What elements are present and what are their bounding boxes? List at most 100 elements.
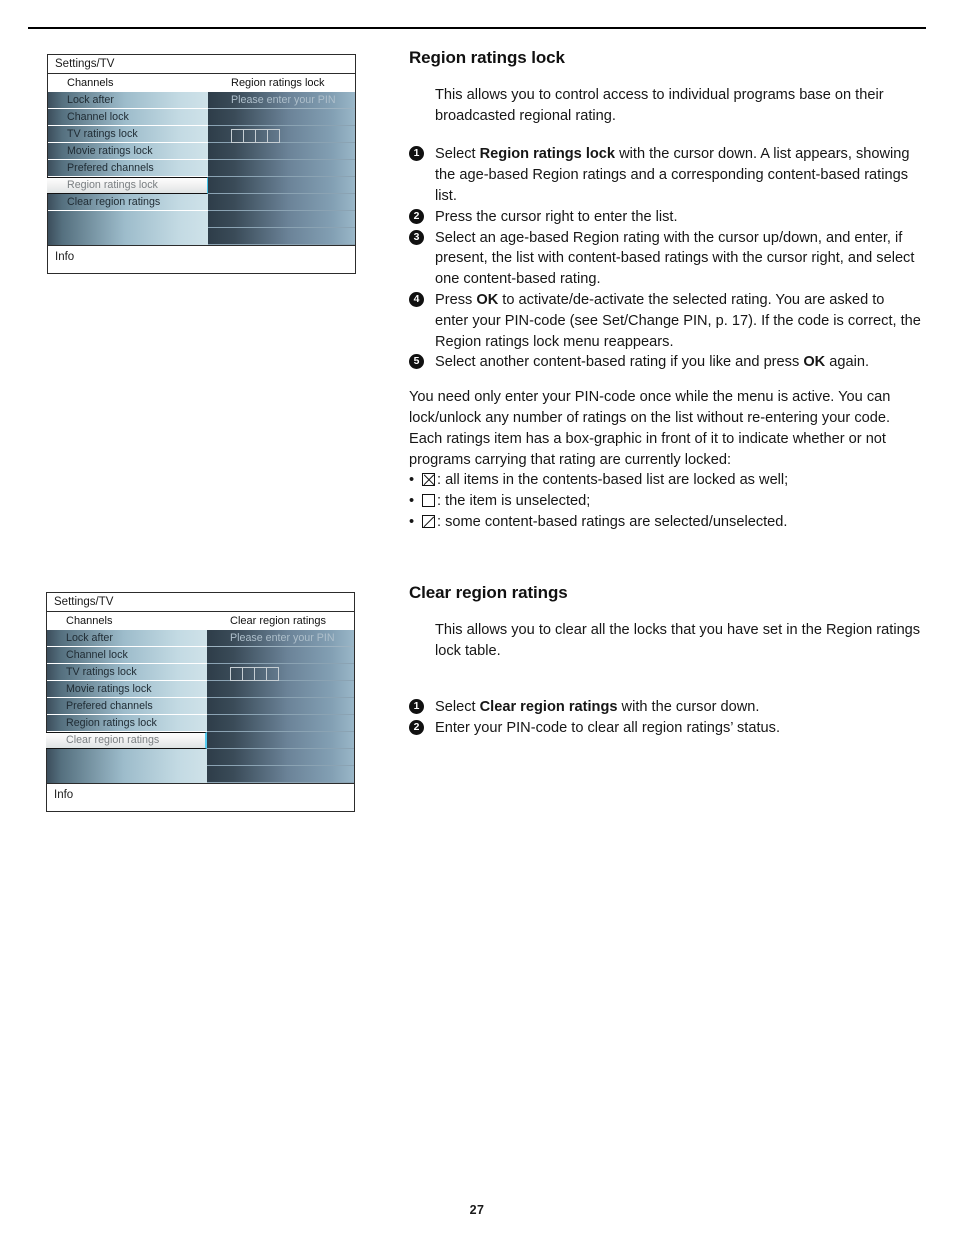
tv-menu-item-movie-ratings-lock[interactable]: Movie ratings lock (48, 143, 208, 160)
tv-menu-item-clear-region-ratings-selected[interactable]: Clear region ratings (46, 732, 207, 749)
section-clear-region-ratings: Clear region ratings This allows you to … (409, 583, 921, 739)
step-number-badge: 2 (409, 720, 424, 736)
legend-text: : the item is unselected; (437, 493, 591, 510)
pin-entry-boxes[interactable] (231, 129, 280, 143)
tv-menu-pin-panel: Please enter your PIN (207, 630, 354, 783)
legend-item-unselected: : the item is unselected; (409, 491, 921, 512)
steps-list-region: 1 Select Region ratings lock with the cur… (409, 144, 921, 373)
step-number-badge: 1 (409, 699, 424, 715)
tv-menu-panel-line (207, 715, 354, 732)
tv-menu-item-list: Lock after Channel lock TV ratings lock … (47, 92, 208, 245)
tv-menu-item-lock-after[interactable]: Lock after (47, 630, 207, 647)
tv-menu-item-lock-after[interactable]: Lock after (48, 92, 208, 109)
tv-menu-panel-line (208, 228, 355, 245)
step-text-pre: Press (435, 291, 477, 308)
tv-menu-pin-prompt: Please enter your PIN (207, 630, 354, 647)
tv-menu-item-list: Lock after Channel lock TV ratings lock … (46, 630, 207, 783)
tv-menu-info-bar: Info (48, 245, 355, 273)
tv-menu-panel-line (208, 194, 355, 211)
step-text-post: again. (825, 354, 870, 371)
tv-menu-column-header-right: Clear region ratings (230, 615, 326, 627)
tv-menu-column-headers: Channels Clear region ratings (47, 612, 354, 630)
tv-menu-item-blank (47, 766, 207, 783)
step-item: 1 Select Clear region ratings with the cu… (409, 697, 921, 718)
tv-menu-title: Settings/TV (48, 55, 355, 74)
tv-menu-title: Settings/TV (47, 593, 354, 612)
step-number-badge: 2 (409, 208, 424, 224)
tv-menu-region-ratings-lock: Settings/TV Channels Region ratings lock… (47, 54, 356, 274)
box-empty-icon (422, 494, 435, 508)
tv-menu-item-tv-ratings-lock[interactable]: TV ratings lock (47, 664, 207, 681)
tv-menu-panel-line (207, 732, 354, 749)
section-intro-region: This allows you to control access to ind… (435, 86, 884, 124)
pin-box-4[interactable] (267, 129, 280, 143)
tv-menu-body: Lock after Channel lock TV ratings lock … (46, 630, 354, 783)
note-paragraph-1: You need only enter your PIN-code once w… (409, 389, 891, 426)
tv-menu-item-channel-lock[interactable]: Channel lock (47, 647, 207, 664)
pin-box-4[interactable] (266, 667, 279, 681)
box-slash-icon (422, 515, 435, 529)
step-item: 2 Enter your PIN-code to clear all region… (409, 718, 921, 739)
tv-menu-item-region-ratings-lock[interactable]: Region ratings lock (47, 715, 207, 732)
tv-menu-panel-line (208, 177, 355, 194)
step-text-pre: Select (435, 699, 480, 716)
tv-menu-column-header-left: Channels (67, 77, 114, 89)
tv-menu-panel-line (208, 160, 355, 177)
page-number: 27 (469, 1203, 485, 1217)
tv-menu-column-headers: Channels Region ratings lock (48, 74, 355, 92)
step-text-pre: Enter your PIN-code to clear all region … (435, 720, 781, 737)
box-graphic-legend: : all items in the contents-based list a… (409, 470, 921, 533)
step-item: 1 Select Region ratings lock with the cur… (409, 144, 921, 206)
step-text-bold: Clear region ratings (479, 699, 618, 716)
legend-text: : some content-based ratings are selecte… (437, 514, 788, 531)
tv-menu-item-prefered-channels[interactable]: Prefered channels (47, 698, 207, 715)
tv-menu-item-blank (47, 749, 207, 766)
tv-menu-panel-line (208, 143, 355, 160)
page-top-rule (28, 27, 926, 29)
tv-menu-item-blank (48, 228, 208, 245)
step-text-pre: Press the cursor right to enter the list… (435, 208, 678, 225)
tv-menu-panel-line (208, 211, 355, 228)
tv-menu-panel-line (207, 681, 354, 698)
step-item: 5 Select another content-based rating if … (409, 352, 921, 373)
section-region-ratings-lock: Region ratings lock This allows you to c… (409, 48, 921, 533)
tv-menu-item-blank (48, 211, 208, 228)
legend-item-partial: : some content-based ratings are selecte… (409, 512, 921, 533)
legend-item-locked: : all items in the contents-based list a… (409, 470, 921, 491)
section-intro-clear: This allows you to clear all the locks t… (435, 621, 921, 659)
tv-menu-panel-line (208, 109, 355, 126)
tv-menu-item-clear-region-ratings[interactable]: Clear region ratings (48, 194, 208, 211)
step-item: 3 Select an age-based Region rating with … (409, 228, 921, 290)
step-text-bold: Region ratings lock (479, 146, 616, 163)
tv-menu-item-tv-ratings-lock[interactable]: TV ratings lock (48, 126, 208, 143)
tv-menu-item-movie-ratings-lock[interactable]: Movie ratings lock (47, 681, 207, 698)
tv-menu-item-region-ratings-lock-selected[interactable]: Region ratings lock (47, 177, 208, 194)
step-text-post: with the cursor down. (617, 699, 760, 716)
legend-text: : all items in the contents-based list a… (437, 472, 789, 489)
tv-menu-column-header-left: Channels (66, 615, 113, 627)
box-x-icon (422, 473, 435, 487)
step-item: 2 Press the cursor right to enter the lis… (409, 207, 921, 228)
tv-menu-body: Lock after Channel lock TV ratings lock … (47, 92, 355, 245)
tv-menu-pin-panel: Please enter your PIN (208, 92, 355, 245)
tv-menu-pin-prompt: Please enter your PIN (208, 92, 355, 109)
pin-entry-boxes[interactable] (230, 667, 279, 681)
step-text-bold: OK (803, 354, 826, 371)
tv-menu-item-prefered-channels[interactable]: Prefered channels (48, 160, 208, 177)
tv-menu-column-header-right: Region ratings lock (231, 77, 325, 89)
step-item: 4 Press OK to activate/de-activate the se… (409, 290, 921, 352)
steps-list-clear: 1 Select Clear region ratings with the cu… (409, 697, 921, 739)
step-number-badge: 4 (409, 291, 424, 307)
note-paragraph-2: Each ratings item has a box-graphic in f… (409, 430, 886, 468)
step-number-badge: 1 (409, 146, 424, 162)
tv-menu-item-channel-lock[interactable]: Channel lock (48, 109, 208, 126)
tv-menu-clear-region-ratings: Settings/TV Channels Clear region rating… (46, 592, 355, 812)
section-heading-clear: Clear region ratings (409, 583, 568, 602)
step-number-badge: 3 (409, 229, 424, 245)
step-text-pre: Select (435, 146, 480, 163)
tv-menu-panel-line (207, 766, 354, 783)
step-text-bold: OK (476, 291, 499, 308)
step-text-post: to activate/de-activate the selected rat… (435, 291, 921, 350)
